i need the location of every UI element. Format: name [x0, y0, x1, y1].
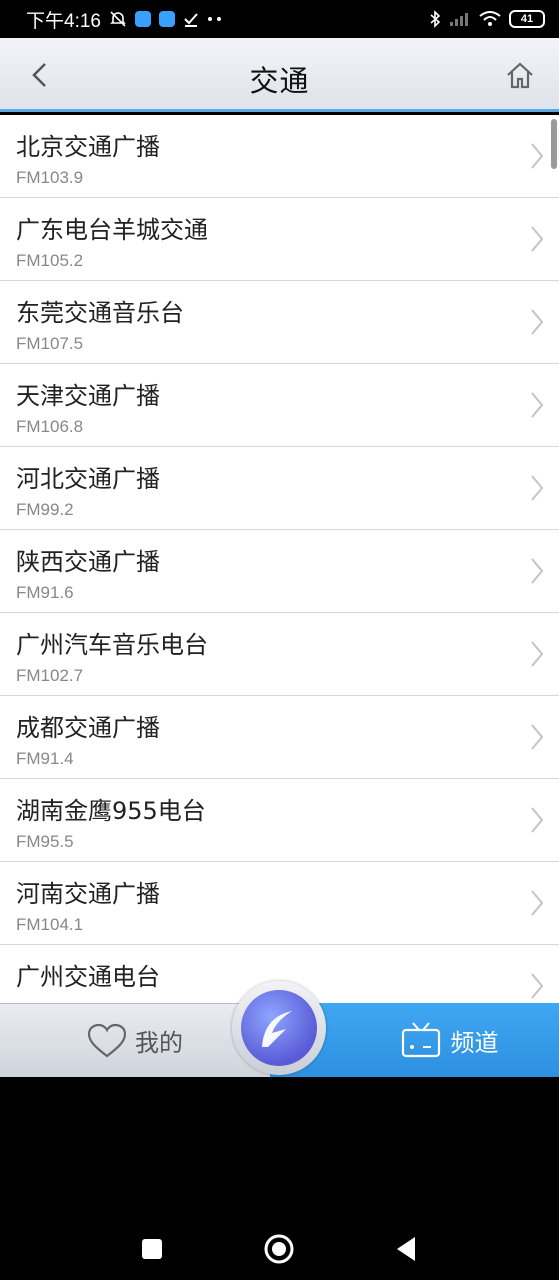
scrollbar[interactable]: [551, 119, 557, 169]
station-name: 河南交通广播: [16, 880, 160, 908]
list-item[interactable]: 河北交通广播 FM99.2: [0, 447, 559, 530]
station-frequency: FM104.1: [16, 915, 84, 934]
triangle-back-icon: [397, 1237, 415, 1261]
back-nav-button[interactable]: [386, 1229, 426, 1269]
page-title: 交通: [249, 64, 310, 98]
station-name: 河北交通广播: [16, 465, 160, 493]
station-frequency: FM107.5: [16, 334, 84, 353]
station-name: 天津交通广播: [16, 382, 160, 410]
bottom-tab-bar: 我的 频道: [0, 981, 559, 1077]
list-item[interactable]: 湖南金鹰955电台 FM95.5: [0, 779, 559, 862]
wifi-icon: [479, 11, 501, 27]
tab-mine[interactable]: 我的: [0, 1003, 270, 1077]
list-item[interactable]: 天津交通广播 FM106.8: [0, 364, 559, 447]
download-done-icon: [183, 11, 199, 27]
station-frequency: FM106.8: [16, 417, 84, 436]
station-name: 广东电台羊城交通: [16, 216, 208, 244]
list-item[interactable]: 河南交通广播 FM104.1: [0, 862, 559, 945]
radio-icon: [401, 1022, 440, 1058]
list-item[interactable]: 广州汽车音乐电台 FM102.7: [0, 613, 559, 696]
bluetooth-icon: [429, 10, 441, 28]
station-name: 广州交通电台: [16, 963, 160, 991]
station-frequency: FM103.9: [16, 168, 84, 187]
home-button[interactable]: [503, 58, 537, 92]
list-item[interactable]: 东莞交通音乐台 FM107.5: [0, 281, 559, 364]
station-frequency: FM95.5: [16, 832, 74, 851]
tab-channel-label: 频道: [450, 1028, 499, 1057]
station-name: 北京交通广播: [16, 133, 160, 161]
tab-mine-label: 我的: [135, 1029, 183, 1057]
battery-indicator: 41: [509, 10, 545, 28]
app-notification-icon: [134, 11, 151, 27]
chevron-right-icon: [531, 226, 544, 252]
app-notification-icon-2: [158, 11, 175, 27]
list-item[interactable]: 陕西交通广播 FM91.6: [0, 530, 559, 613]
heart-icon: [87, 1023, 127, 1057]
status-time: 下午4:16: [26, 10, 101, 32]
mute-alarm-icon: [109, 10, 127, 28]
more-notifications-icon: [207, 16, 223, 22]
chevron-right-icon: [531, 973, 544, 999]
home-icon: [507, 62, 533, 89]
chevron-right-icon: [531, 641, 544, 667]
title-bar: 交通: [0, 38, 559, 112]
station-list[interactable]: 北京交通广播 FM103.9 广东电台羊城交通 FM105.2 东莞交通音乐台 …: [0, 115, 559, 1003]
chevron-right-icon: [531, 392, 544, 418]
home-nav-button[interactable]: [259, 1229, 299, 1269]
station-frequency: FM99.2: [16, 500, 74, 519]
play-logo-icon: [241, 990, 317, 1066]
system-nav-bar: [0, 1077, 559, 1280]
station-frequency: FM91.6: [16, 583, 74, 602]
circle-home-icon: [264, 1234, 294, 1264]
station-name: 东莞交通音乐台: [16, 299, 184, 327]
chevron-right-icon: [531, 807, 544, 833]
status-bar: 下午4:16 41: [0, 0, 559, 38]
chevron-right-icon: [531, 890, 544, 916]
chevron-right-icon: [531, 143, 544, 169]
station-name: 成都交通广播: [16, 714, 160, 742]
chevron-right-icon: [531, 558, 544, 584]
list-item[interactable]: 北京交通广播 FM103.9: [0, 115, 559, 198]
list-item[interactable]: 广东电台羊城交通 FM105.2: [0, 198, 559, 281]
chevron-right-icon: [531, 475, 544, 501]
chevron-right-icon: [531, 309, 544, 335]
station-name: 广州汽车音乐电台: [16, 631, 208, 659]
square-icon: [142, 1239, 162, 1259]
player-button[interactable]: [232, 981, 326, 1075]
list-item[interactable]: 成都交通广播 FM91.4: [0, 696, 559, 779]
station-name: 湖南金鹰955电台: [16, 797, 206, 825]
station-frequency: FM91.4: [16, 749, 74, 768]
chevron-right-icon: [531, 724, 544, 750]
recents-button[interactable]: [132, 1229, 172, 1269]
station-frequency: FM105.2: [16, 251, 84, 270]
signal-icon: [449, 11, 471, 27]
station-frequency: FM102.7: [16, 666, 84, 685]
station-name: 陕西交通广播: [16, 548, 160, 576]
